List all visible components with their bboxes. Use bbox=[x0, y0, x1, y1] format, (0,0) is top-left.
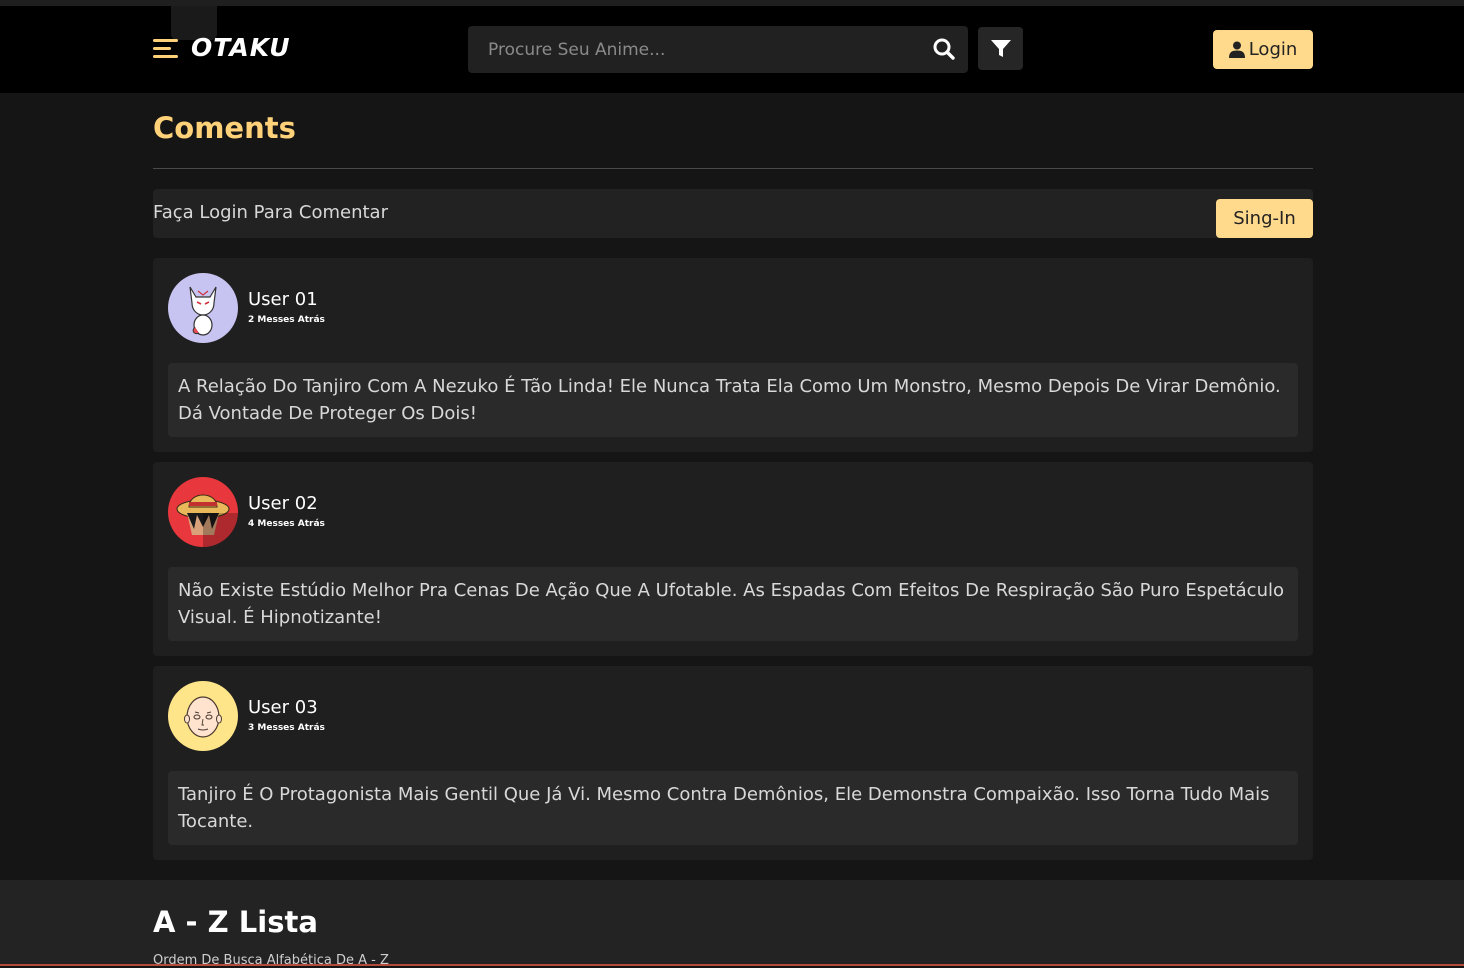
comment-time: 2 Messes Atrás bbox=[248, 315, 325, 325]
filter-button[interactable] bbox=[978, 27, 1023, 70]
logo[interactable]: OTAKU bbox=[191, 33, 291, 62]
comment-user: User 03 bbox=[248, 697, 318, 718]
menu-icon[interactable] bbox=[153, 39, 178, 59]
comment-text: Não Existe Estúdio Melhor Pra Cenas De A… bbox=[168, 567, 1298, 641]
filter-icon bbox=[991, 40, 1011, 57]
login-prompt-text: Faça Login Para Comentar bbox=[153, 202, 388, 223]
comment-time: 4 Messes Atrás bbox=[248, 519, 325, 529]
login-button[interactable]: Login bbox=[1213, 30, 1313, 69]
signin-button[interactable]: Sing-In bbox=[1216, 199, 1313, 238]
search-icon[interactable] bbox=[933, 38, 955, 64]
comment-card: User 01 2 Messes Atrás A Relação Do Tanj… bbox=[153, 258, 1313, 452]
comment-text: Tanjiro É O Protagonista Mais Gentil Que… bbox=[168, 771, 1298, 845]
comment-card: User 03 3 Messes Atrás Tanjiro É O Prota… bbox=[153, 666, 1313, 860]
az-list-section: A - Z Lista Ordem De Busca Alfabética De… bbox=[0, 880, 1464, 968]
avatar[interactable] bbox=[168, 681, 238, 751]
search-box bbox=[468, 26, 968, 73]
comment-user: User 02 bbox=[248, 493, 318, 514]
login-label: Login bbox=[1248, 39, 1298, 60]
comment-card: User 02 4 Messes Atrás Não Existe Estúdi… bbox=[153, 462, 1313, 656]
az-list-title: A - Z Lista bbox=[153, 905, 318, 939]
user-icon bbox=[1228, 41, 1245, 58]
search-input[interactable] bbox=[468, 26, 908, 73]
comment-text: A Relação Do Tanjiro Com A Nezuko É Tão … bbox=[168, 363, 1298, 437]
avatar[interactable] bbox=[168, 273, 238, 343]
comment-user: User 01 bbox=[248, 289, 318, 310]
comment-time: 3 Messes Atrás bbox=[248, 723, 325, 733]
comments-title: Coments bbox=[153, 111, 296, 145]
avatar[interactable] bbox=[168, 477, 238, 547]
divider bbox=[153, 168, 1313, 169]
login-prompt: Faça Login Para Comentar bbox=[153, 189, 1313, 238]
